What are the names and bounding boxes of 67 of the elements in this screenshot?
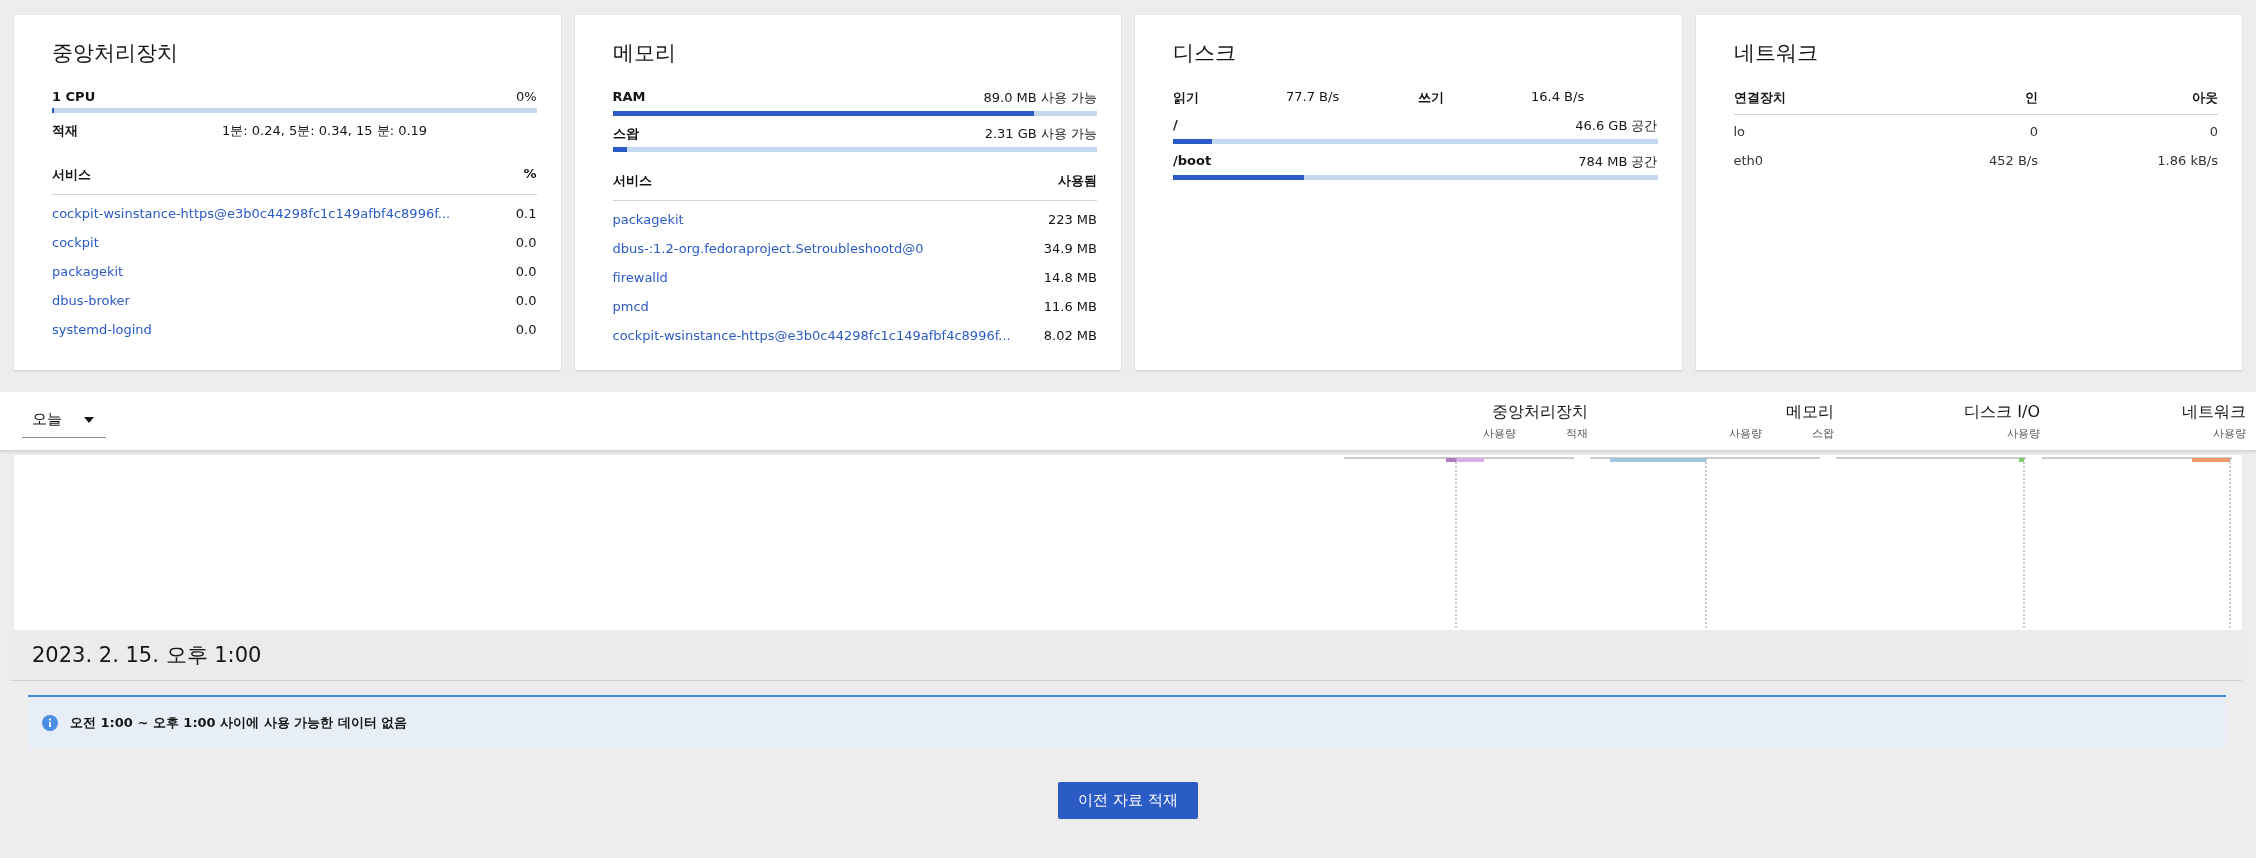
service-link[interactable]: pmcd xyxy=(612,299,649,314)
service-link[interactable]: packagekit xyxy=(612,212,684,227)
column-header: 아웃 xyxy=(2191,89,2218,107)
table-cell-text: 0 xyxy=(2028,124,2038,139)
meter-value: 0% xyxy=(515,89,537,104)
service-link[interactable]: packagekit xyxy=(52,264,124,279)
column-header: 서비스 xyxy=(52,166,91,184)
meter-label: 1 CPU xyxy=(52,89,96,104)
card-title: 중앙처리장치 xyxy=(52,40,179,67)
load-value: 1분: 0.24, 5분: 0.34, 15 분: 0.19 xyxy=(222,122,428,140)
meter-value: 89.0 MB 사용 가능 xyxy=(983,89,1097,107)
column-header: 연결장치 xyxy=(1733,89,1787,107)
service-link[interactable]: cockpit xyxy=(52,235,99,250)
table-cell-text: 452 B/s xyxy=(1987,153,2038,168)
metric-sublabel: 사용량 xyxy=(1483,425,1516,441)
load-button[interactable]: 이전 자료 적재 xyxy=(1058,782,1198,819)
table-cell: 0.1 xyxy=(515,206,537,221)
info-icon xyxy=(42,715,58,731)
column-header: 인 xyxy=(2024,89,2038,107)
meter-label: /boot xyxy=(1173,153,1212,170)
meter-value: 46.6 GB 공간 xyxy=(1575,117,1658,135)
io-value: 16.4 B/s xyxy=(1531,89,1586,106)
io-value: 77.7 B/s xyxy=(1286,89,1341,106)
service-link[interactable]: firewalld xyxy=(612,270,668,285)
table-cell-text: 1.86 kB/s xyxy=(2156,153,2218,168)
service-link[interactable]: cockpit-wsinstance-https@e3b0c44298fc1c149afbf4c8996f... xyxy=(612,328,1011,343)
meter-value: 784 MB 공간 xyxy=(1578,153,1658,171)
metric-sublabel: 사용량 xyxy=(2213,425,2246,441)
service-link[interactable]: systemd-logind xyxy=(52,322,152,337)
metric-sublabel: 사용량 xyxy=(2007,425,2040,441)
table-cell: 8.02 MB xyxy=(1043,328,1097,343)
service-link[interactable]: dbus-:1.2-org.fedoraproject.Setroubleshootd@0 xyxy=(612,241,924,256)
table-cell: 11.6 MB xyxy=(1043,299,1097,314)
metric-title: 메모리 xyxy=(1786,401,1834,423)
column-header: % xyxy=(523,166,537,183)
metric-sublabel: 적재 xyxy=(1566,425,1588,441)
table-cell-text: eth0 xyxy=(1733,153,1765,168)
io-label: 읽기 xyxy=(1173,89,1200,107)
table-cell: 14.8 MB xyxy=(1043,270,1097,285)
table-cell: 0.0 xyxy=(515,235,537,250)
meter-value: 2.31 GB 사용 가능 xyxy=(984,125,1097,143)
metric-sublabel: 사용량 xyxy=(1729,425,1762,441)
table-cell: 0.0 xyxy=(515,293,537,308)
metric-sublabel: 스왑 xyxy=(1812,425,1834,441)
io-label: 쓰기 xyxy=(1418,89,1445,107)
table-cell: 0.0 xyxy=(515,264,537,279)
meter-label: RAM xyxy=(612,89,646,106)
load-label: 적재 xyxy=(52,122,79,140)
column-header: 서비스 xyxy=(612,172,652,190)
meter-label: / xyxy=(1173,117,1178,134)
metric-title: 중앙처리장치 xyxy=(1492,401,1588,423)
table-cell-text: 0 xyxy=(2208,124,2218,139)
table-cell-text: lo xyxy=(1733,124,1747,139)
alert-text: 오전 1:00 ~ 오후 1:00 사이에 사용 가능한 데이터 없음 xyxy=(70,714,408,732)
card-title: 디스크 xyxy=(1173,40,1237,67)
table-cell: 0.0 xyxy=(515,322,537,337)
table-cell: 34.9 MB xyxy=(1043,241,1097,256)
card-title: 메모리 xyxy=(612,40,677,67)
service-link[interactable]: cockpit-wsinstance-https@e3b0c44298fc1c149afbf4c8996f... xyxy=(52,206,451,221)
card-title: 네트워크 xyxy=(1733,40,1819,67)
metric-title: 네트워크 xyxy=(2182,401,2246,423)
metric-title: 디스크 I/O xyxy=(1964,401,2040,423)
table-cell: 223 MB xyxy=(1047,212,1097,227)
meter-label: 스왑 xyxy=(612,125,639,143)
caret-icon xyxy=(84,416,94,423)
service-link[interactable]: dbus-broker xyxy=(52,293,130,308)
column-header: 사용됨 xyxy=(1058,172,1097,190)
